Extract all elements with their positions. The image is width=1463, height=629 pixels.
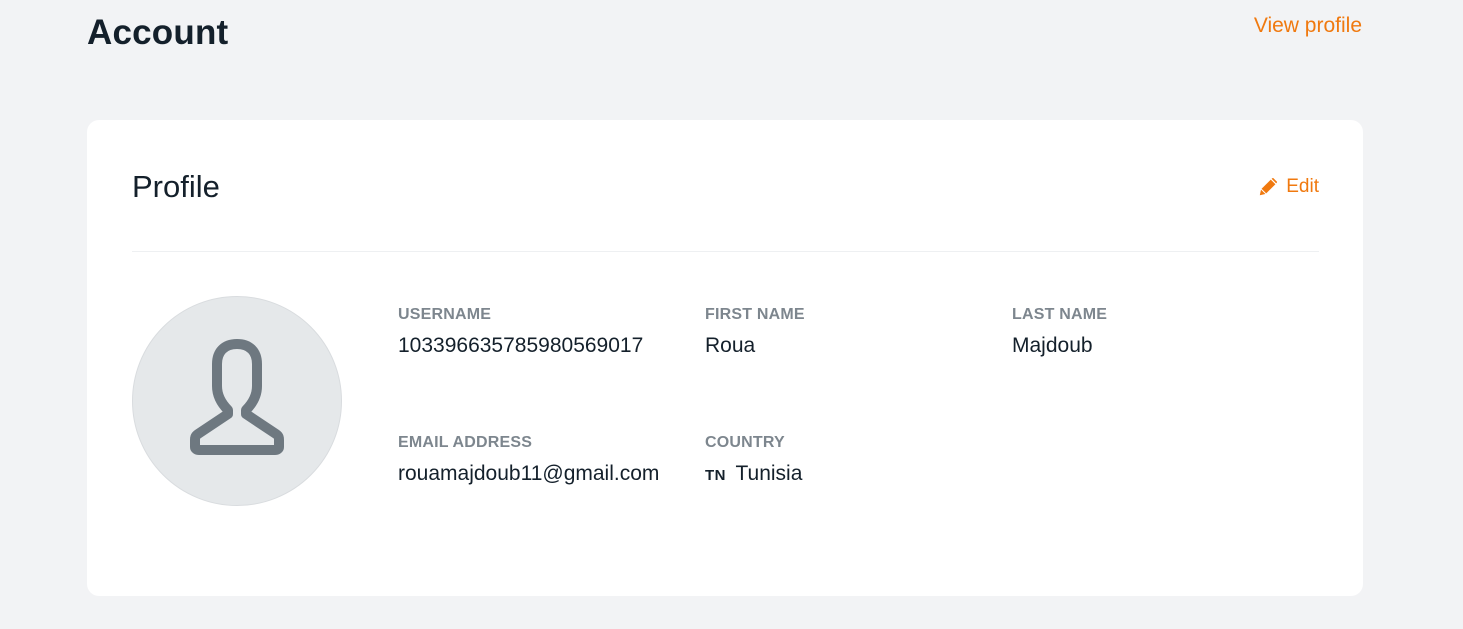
page-title: Account	[87, 13, 229, 52]
user-outline-icon	[172, 334, 302, 469]
username-field: USERNAME 103396635785980569017	[398, 306, 643, 358]
edit-label: Edit	[1286, 176, 1319, 197]
username-label: USERNAME	[398, 306, 492, 323]
last-name-value: Majdoub	[1012, 334, 1093, 357]
email-value: rouamajdoub11@gmail.com	[398, 462, 660, 485]
country-value: Tunisia	[735, 462, 803, 485]
country-value-row: TN Tunisia	[705, 462, 802, 486]
header-divider	[132, 251, 1319, 252]
first-name-label: FIRST NAME	[705, 306, 805, 323]
username-value: 103396635785980569017	[398, 334, 644, 357]
country-field: COUNTRY TN Tunisia	[705, 434, 802, 486]
edit-profile-button[interactable]: Edit	[1259, 176, 1319, 198]
pencil-icon	[1259, 178, 1278, 196]
country-label: COUNTRY	[705, 434, 785, 451]
view-profile-link[interactable]: View profile	[1254, 14, 1362, 38]
avatar	[132, 296, 342, 506]
country-flag: TN	[705, 467, 726, 484]
first-name-field: FIRST NAME Roua	[705, 306, 805, 358]
email-label: EMAIL ADDRESS	[398, 434, 533, 451]
profile-card-header: Profile Edit	[132, 166, 1319, 206]
profile-title: Profile	[132, 169, 220, 204]
last-name-label: LAST NAME	[1012, 306, 1108, 323]
email-field: EMAIL ADDRESS rouamajdoub11@gmail.com	[398, 434, 659, 486]
last-name-field: LAST NAME Majdoub	[1012, 306, 1107, 358]
profile-card: Profile Edit USERNAME 103396635785980569…	[87, 120, 1363, 596]
first-name-value: Roua	[705, 334, 756, 357]
